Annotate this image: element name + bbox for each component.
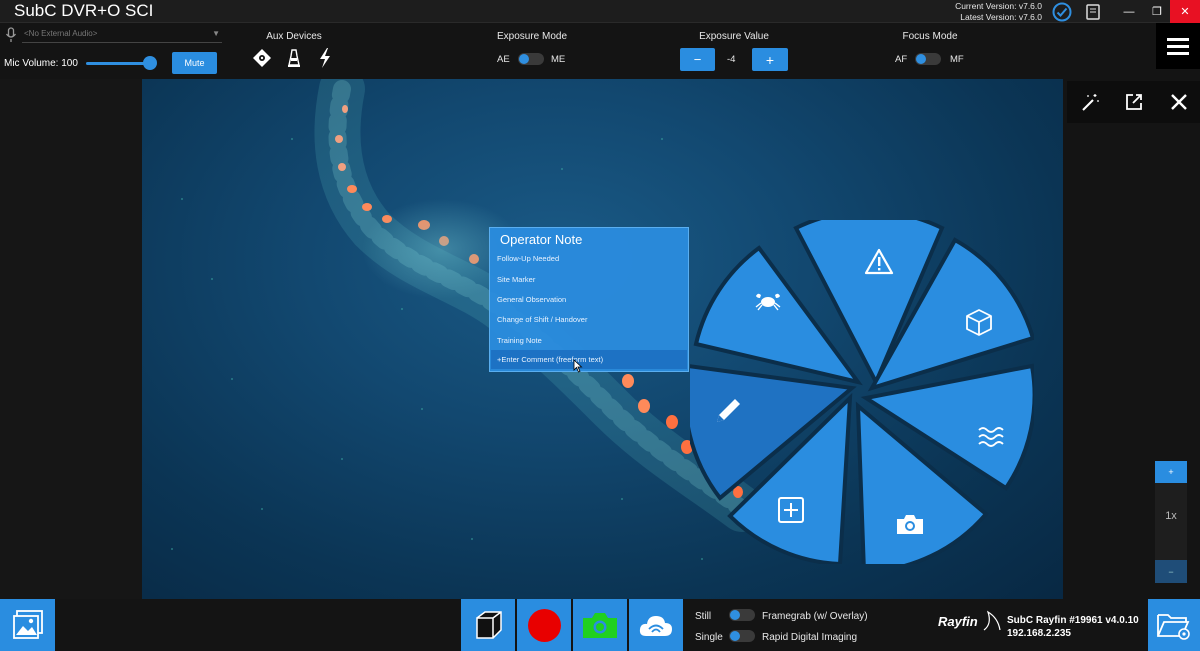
external-audio-value: <No External Audio> — [24, 29, 98, 38]
mute-button[interactable]: Mute — [172, 52, 217, 74]
operator-note-title: Operator Note — [500, 232, 583, 247]
device-ip: 192.168.2.235 — [1007, 628, 1071, 639]
current-version: Current Version: v7.6.0 — [955, 1, 1042, 11]
close-overlay-icon[interactable] — [1167, 90, 1191, 114]
note-option-site-marker[interactable]: Site Marker — [491, 270, 687, 289]
still-single-toggle[interactable] — [729, 609, 755, 621]
focus-mode-title: Focus Mode — [902, 31, 958, 42]
3d-capture-button[interactable] — [461, 599, 515, 651]
cloud-upload-button[interactable] — [629, 599, 683, 651]
rapid-imaging-label: Rapid Digital Imaging — [762, 632, 858, 643]
left-panel — [0, 79, 142, 599]
operator-note-popup: Operator Note Follow-Up Needed Site Mark… — [489, 227, 689, 373]
manual-book-icon[interactable] — [1082, 0, 1104, 23]
exposure-increase-button[interactable]: + — [752, 48, 788, 71]
note-option-follow-up[interactable]: Follow-Up Needed — [491, 249, 687, 268]
mic-volume-label: Mic Volume: 100 — [4, 58, 78, 69]
focus-mode-af-label: AF — [895, 54, 908, 65]
zoom-out-button[interactable]: − — [1155, 560, 1187, 583]
external-audio-select[interactable]: <No External Audio> ▼ — [22, 27, 222, 43]
external-window-icon[interactable] — [1122, 90, 1146, 114]
note-option-enter-comment[interactable]: +Enter Comment (freeform text) — [491, 350, 687, 369]
focus-mode-mf-label: MF — [950, 54, 964, 65]
zoom-in-button[interactable]: + — [1155, 461, 1187, 483]
rayfin-logo: Rayfin — [938, 610, 1001, 631]
mic-volume-slider[interactable] — [86, 62, 150, 65]
exposure-mode-toggle[interactable] — [518, 53, 544, 65]
aux-devices-title: Aux Devices — [266, 31, 322, 42]
minimize-button[interactable]: — — [1114, 0, 1144, 23]
camera-snapshot-icon — [583, 613, 617, 638]
exposure-mode-title: Exposure Mode — [496, 31, 568, 42]
laser-icon[interactable] — [252, 47, 272, 69]
gallery-icon — [12, 610, 43, 639]
note-option-change-of-shift[interactable]: Change of Shift / Handover — [491, 310, 687, 329]
snapshot-button[interactable] — [573, 599, 627, 651]
exposure-decrease-button[interactable]: − — [680, 48, 715, 71]
framegrab-label: Framegrab (w/ Overlay) — [762, 611, 868, 622]
rapid-imaging-toggle[interactable] — [729, 630, 755, 642]
note-option-training-note[interactable]: Training Note — [491, 331, 687, 350]
note-option-general-observation[interactable]: General Observation — [491, 290, 687, 309]
strobe-icon[interactable] — [315, 47, 335, 69]
record-button[interactable] — [517, 599, 571, 651]
focus-mode-toggle[interactable] — [915, 53, 941, 65]
chevron-down-icon: ▼ — [212, 29, 220, 38]
close-button[interactable]: ✕ — [1170, 0, 1200, 23]
single-label: Single — [695, 632, 723, 643]
version-info: Current Version: v7.6.0 Latest Version: … — [930, 1, 1042, 23]
check-update-icon[interactable] — [1050, 0, 1074, 23]
app-title: SubC DVR+O SCI — [14, 1, 154, 20]
radial-tag-menu — [690, 220, 1034, 564]
exposure-value: -4 — [727, 54, 736, 65]
menu-hamburger-icon[interactable] — [1156, 23, 1200, 69]
cube-3d-icon — [476, 611, 502, 639]
record-icon — [527, 608, 561, 642]
mic-volume-slider-thumb[interactable] — [143, 56, 157, 70]
exposure-mode-me-label: ME — [551, 54, 566, 65]
restore-button[interactable]: ❐ — [1142, 0, 1172, 23]
microphone-icon — [5, 27, 17, 48]
gallery-button[interactable] — [0, 599, 55, 651]
device-name: SubC Rayfin #19961 v4.0.10 — [1007, 615, 1139, 626]
latest-version: Latest Version: v7.6.0 — [960, 12, 1042, 22]
title-bar: SubC DVR+O SCI Current Version: v7.6.0 L… — [0, 0, 1200, 23]
folder-settings-button[interactable] — [1148, 599, 1200, 651]
magic-wand-icon[interactable] — [1078, 90, 1102, 114]
zoom-level: 1x — [1165, 510, 1177, 522]
exposure-mode-ae-label: AE — [497, 54, 510, 65]
mouse-cursor-icon — [573, 359, 583, 373]
still-label: Still — [695, 611, 712, 622]
exposure-value-title: Exposure Value — [699, 31, 769, 42]
light-icon[interactable] — [284, 47, 304, 69]
folder-gear-icon — [1157, 614, 1190, 640]
device-info: SubC Rayfin #19961 v4.0.10 192.168.2.235 — [1007, 614, 1139, 640]
cloud-icon — [639, 616, 672, 636]
